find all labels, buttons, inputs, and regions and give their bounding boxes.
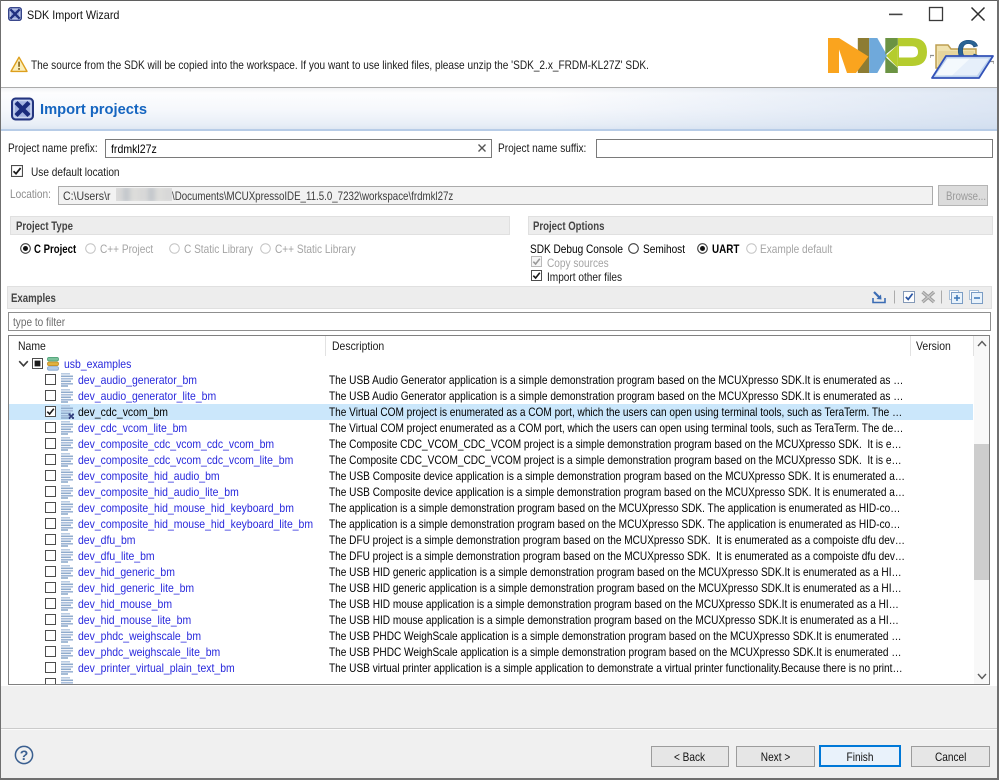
- svg-text:?: ?: [20, 747, 29, 763]
